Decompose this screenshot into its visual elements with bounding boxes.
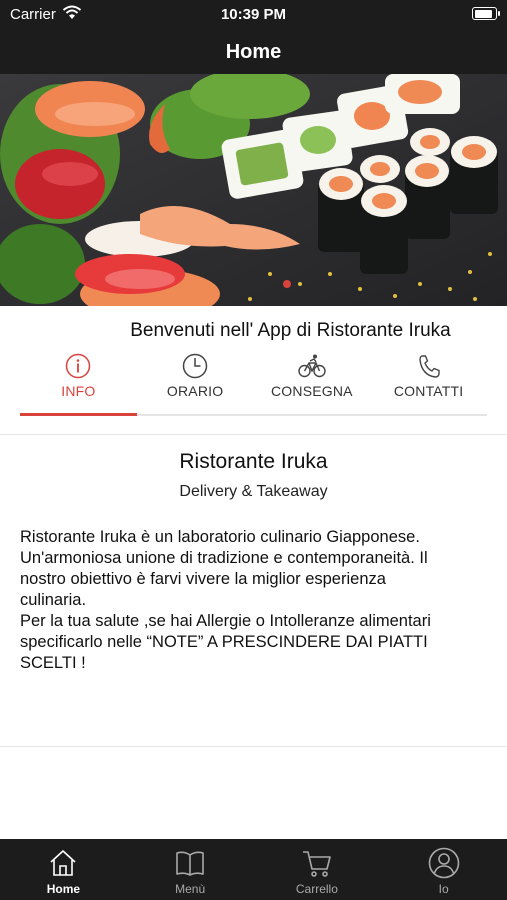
tabbar-menu-label: Menù <box>175 882 206 896</box>
phone-icon <box>418 355 440 378</box>
tabbar-cart-label: Carrello <box>295 882 338 896</box>
description-line: Per la tua salute ,se hai Allergie o Int… <box>20 612 431 630</box>
home-icon <box>50 850 76 876</box>
tab-consegna-label: CONSEGNA <box>271 383 353 399</box>
tabbar-home-label: Home <box>46 882 81 896</box>
restaurant-subtitle: Delivery & Takeaway <box>179 483 328 500</box>
description-line: SCELTI ! <box>20 654 86 672</box>
status-bar: Carrier 10:39 PM <box>0 0 507 30</box>
tab-orario-label: ORARIO <box>166 383 224 399</box>
user-icon <box>428 847 459 879</box>
page-dot <box>283 280 291 288</box>
description-line: nostro obiettivo è farvi vivere la migli… <box>20 570 386 588</box>
clock-icon <box>182 353 208 379</box>
tab-info[interactable]: INFO <box>20 352 137 416</box>
tabbar-home[interactable]: Home <box>0 839 127 900</box>
nav-title: Home <box>0 30 507 74</box>
restaurant-description: Ristorante Iruka è un laboratorio culina… <box>20 527 487 674</box>
tab-contatti[interactable]: CONTATTI <box>370 352 487 414</box>
divider <box>0 434 507 435</box>
tabbar-profile[interactable]: Io <box>380 839 507 900</box>
welcome-text: Benvenuti nell' App di Ristorante Iruka <box>130 320 451 341</box>
tab-orario[interactable]: ORARIO <box>137 352 254 414</box>
divider <box>0 746 507 747</box>
status-time: 10:39 PM <box>220 6 287 23</box>
battery-icon <box>472 7 500 20</box>
cart-icon <box>302 851 331 877</box>
tabbar-profile-label: Io <box>438 882 449 896</box>
description-line: Ristorante Iruka è un laboratorio culina… <box>20 528 420 546</box>
tab-contatti-label: CONTATTI <box>393 383 464 399</box>
info-icon <box>66 353 91 379</box>
book-icon <box>176 851 204 876</box>
tab-info-label: INFO <box>61 383 96 399</box>
tabbar-cart[interactable]: Carrello <box>254 839 381 900</box>
tab-consegna[interactable]: CONSEGNA <box>254 352 371 414</box>
bottom-tab-bar: Home Menù Carrello Io <box>0 839 507 900</box>
description-line: culinaria. <box>20 591 87 609</box>
info-content: Ristorante Iruka Delivery & Takeaway Ris… <box>0 450 507 674</box>
bicycle-icon <box>298 354 326 378</box>
description-line: Un'armoniosa unione di tradizione e cont… <box>20 549 428 567</box>
restaurant-name: Ristorante Iruka <box>179 450 328 473</box>
tabbar-menu[interactable]: Menù <box>127 839 254 900</box>
hero-image[interactable] <box>0 74 507 306</box>
description-line: specificarlo nelle “NOTE” A PRESCINDERE … <box>20 633 428 651</box>
info-tabs: INFO ORARIO CONSEGNA CONTATTI <box>20 352 487 416</box>
